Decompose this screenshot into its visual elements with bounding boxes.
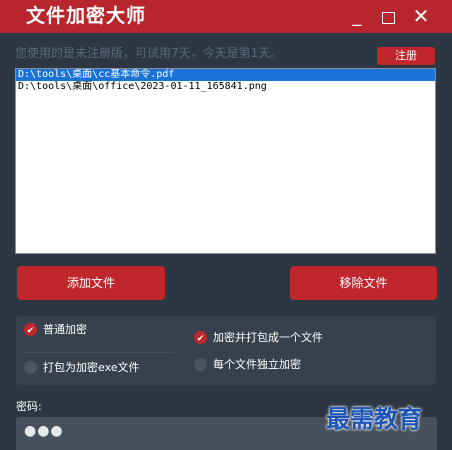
password-value: ●●●	[24, 423, 64, 439]
radio-checked-icon: ✔	[194, 330, 207, 344]
option-pack-exe[interactable]: 打包为加密exe文件	[24, 360, 140, 375]
divider	[24, 352, 174, 353]
radio-unchecked-icon	[24, 360, 37, 374]
option-pack-one-file[interactable]: ✔ 加密并打包成一个文件	[194, 330, 323, 345]
option-label: 打包为加密exe文件	[43, 361, 140, 374]
remove-file-button[interactable]: 移除文件	[290, 266, 437, 300]
maximize-button[interactable]	[376, 0, 400, 33]
file-list[interactable]: D:\tools\桌面\cc基本命令.pdf D:\tools\桌面\offic…	[15, 68, 436, 254]
add-file-button[interactable]: 添加文件	[17, 266, 165, 300]
file-list-item[interactable]: D:\tools\桌面\office\2023-01-11_165841.png	[16, 81, 435, 93]
maximize-icon	[381, 11, 395, 24]
register-button[interactable]: 注册	[377, 47, 435, 65]
option-normal-encryption[interactable]: ✔ 普通加密	[24, 322, 87, 337]
minimize-icon: _	[352, 6, 362, 27]
minimize-button[interactable]: _	[347, 0, 367, 33]
watermark: 最需教育	[326, 404, 422, 433]
option-label: 每个文件独立加密	[213, 358, 301, 371]
option-label: 普通加密	[43, 323, 87, 336]
close-button[interactable]: ✕	[408, 0, 434, 33]
password-label: 密码:	[16, 400, 42, 413]
option-each-file[interactable]: 每个文件独立加密	[194, 357, 301, 372]
trial-notice: 您使用的是未注册版，可试用7天，今天是第1天。	[15, 46, 283, 60]
radio-checked-icon: ✔	[24, 322, 37, 336]
title-bar: 文件加密大师 _ ✕	[0, 0, 452, 33]
app-title: 文件加密大师	[26, 5, 147, 27]
option-label: 加密并打包成一个文件	[213, 331, 323, 344]
radio-unchecked-icon	[194, 357, 207, 371]
close-icon: ✕	[412, 4, 430, 28]
file-list-item[interactable]: D:\tools\桌面\cc基本命令.pdf	[16, 69, 435, 81]
encryption-options: ✔ 普通加密 打包为加密exe文件 ✔ 加密并打包成一个文件 每个文件独立加密	[16, 316, 436, 385]
